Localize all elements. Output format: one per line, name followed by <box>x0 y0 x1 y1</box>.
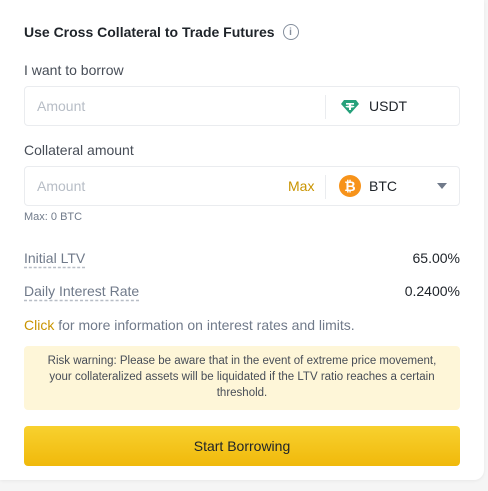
stat-row-initial-ltv: Initial LTV 65.00% <box>24 250 460 266</box>
stat-label[interactable]: Initial LTV <box>24 250 85 266</box>
borrow-coin-label: USDT <box>369 98 408 114</box>
chevron-down-icon <box>437 183 447 189</box>
info-icon[interactable]: i <box>282 24 299 40</box>
borrow-amount-input[interactable] <box>37 87 277 125</box>
collateral-label: Collateral amount <box>24 142 134 158</box>
stat-label[interactable]: Daily Interest Rate <box>24 283 139 299</box>
field-divider <box>325 175 326 199</box>
tether-icon <box>339 95 361 117</box>
max-button[interactable]: Max <box>288 167 314 205</box>
bitcoin-icon: ₿ <box>339 175 361 197</box>
collateral-coin-selector[interactable]: ₿ BTC <box>339 167 447 205</box>
stat-value: 0.2400% <box>404 283 460 299</box>
borrow-amount-field: USDT <box>24 86 460 126</box>
risk-warning-banner: Risk warning: Please be aware that in th… <box>24 346 460 410</box>
click-link[interactable]: Click <box>24 317 54 333</box>
collateral-amount-input[interactable] <box>37 167 277 205</box>
stat-value: 65.00% <box>412 250 460 266</box>
max-collateral-note: Max: 0 BTC <box>24 211 83 223</box>
card-title: Use Cross Collateral to Trade Futures <box>24 24 275 40</box>
collateral-coin-label: BTC <box>369 178 397 194</box>
collateral-amount-field: Max ₿ BTC <box>24 166 460 206</box>
borrow-coin-selector[interactable]: USDT <box>339 87 447 125</box>
stat-row-daily-interest: Daily Interest Rate 0.2400% <box>24 283 460 299</box>
start-borrowing-button[interactable]: Start Borrowing <box>24 426 460 466</box>
info-text: for more information on interest rates a… <box>54 317 355 333</box>
borrow-card: Use Cross Collateral to Trade Futures i … <box>0 0 484 480</box>
card-header: Use Cross Collateral to Trade Futures i <box>24 24 299 40</box>
borrow-label: I want to borrow <box>24 62 124 78</box>
interest-info-line: Click for more information on interest r… <box>24 317 355 333</box>
field-divider <box>325 95 326 119</box>
